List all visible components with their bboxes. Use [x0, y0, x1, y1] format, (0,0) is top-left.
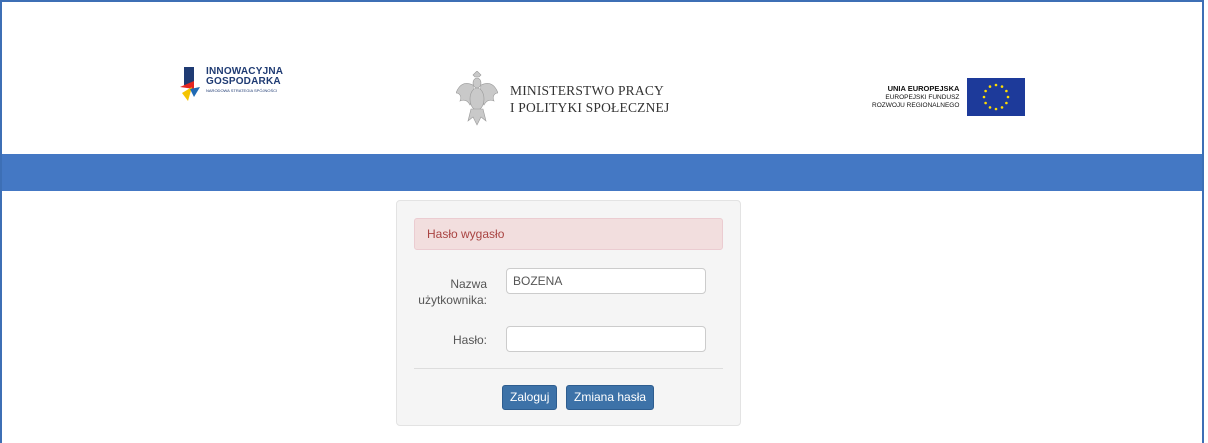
logo-right-line1: UNIA EUROPEJSKA [887, 84, 960, 93]
eu-flag-icon [967, 78, 1026, 116]
ministerstwo-logo: MINISTERSTWO PRACY I POLITYKI SPOŁECZNEJ [456, 71, 669, 127]
password-input[interactable] [506, 326, 706, 352]
logo-left-line3: NARODOWA STRATEGIA SPÓJNOŚCI [206, 88, 278, 93]
eagle-emblem-icon [456, 71, 498, 126]
logo-left-line2: GOSPODARKA [206, 76, 281, 87]
header-bar [2, 154, 1202, 191]
innowacyjna-gospodarka-logo: INNOWACYJNA GOSPODARKA NARODOWA STRATEGI… [180, 67, 283, 103]
logo-right-line3: ROZWOJU REGIONALNEGO [872, 102, 960, 109]
username-input[interactable] [506, 268, 706, 294]
password-label: Hasło: [452, 333, 487, 347]
innowacyjna-logo-icon [180, 67, 200, 101]
username-label: Nazwa użytkownika: [417, 276, 487, 308]
logo-right-line2: EUROPEJSKI FUNDUSZ [885, 94, 960, 101]
eu-fund-logo: UNIA EUROPEJSKA EUROPEJSKI FUNDUSZ ROZWO… [872, 78, 1026, 116]
username-label-line1: Nazwa [450, 277, 487, 291]
username-label-line2: użytkownika: [418, 293, 487, 307]
password-expired-alert: Hasło wygasło [414, 218, 723, 250]
logo-center-line2: I POLITYKI SPOŁECZNEJ [510, 100, 670, 115]
logo-center-line1: MINISTERSTWO PRACY [510, 83, 664, 98]
login-button[interactable]: Zaloguj [502, 385, 558, 410]
form-divider [414, 368, 723, 369]
login-panel: Hasło wygasło Nazwa użytkownika: Hasło: … [396, 200, 741, 426]
change-password-button[interactable]: Zmiana hasła [566, 385, 655, 410]
